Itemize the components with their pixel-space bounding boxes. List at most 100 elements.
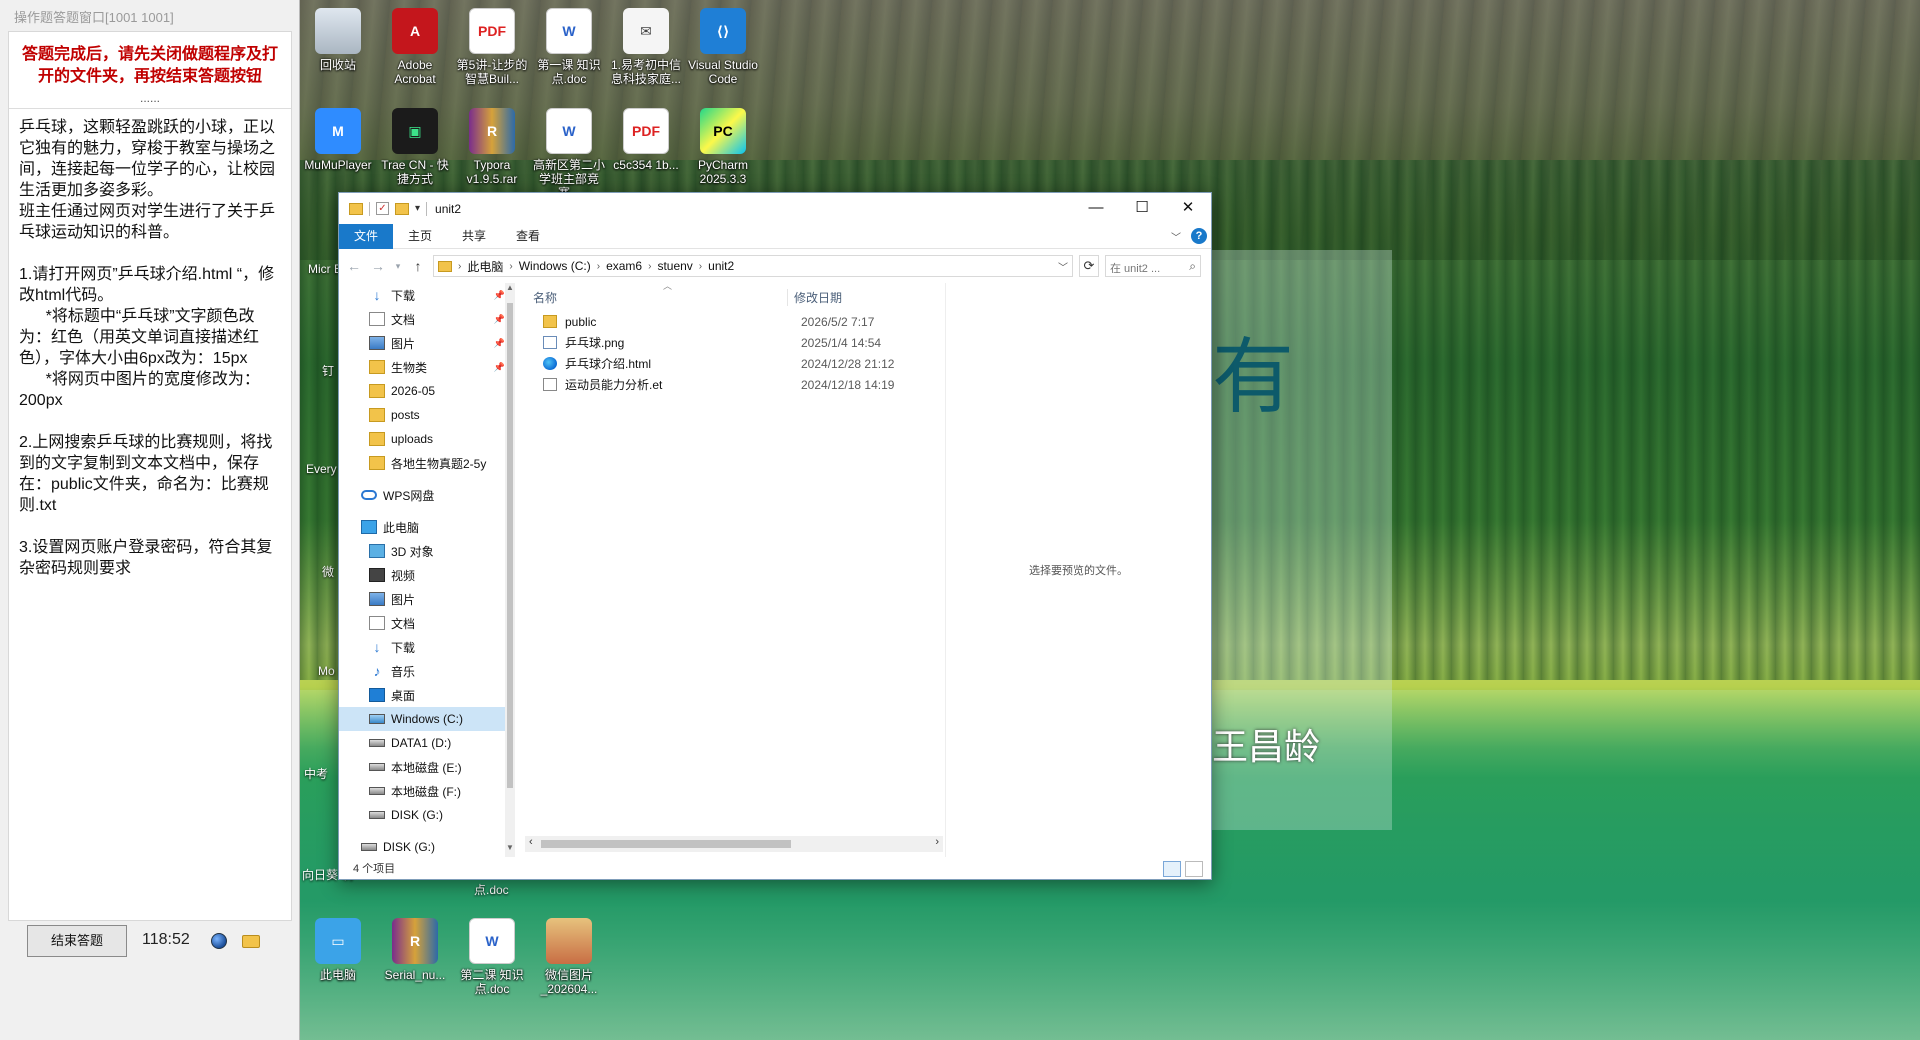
- nav-item[interactable]: 桌面: [339, 683, 515, 707]
- nav-item[interactable]: 文档: [339, 611, 515, 635]
- desktop-icon[interactable]: W 第二课 知识点.doc: [454, 918, 530, 996]
- back-arrow-icon[interactable]: ←: [345, 258, 363, 274]
- desktop-icon[interactable]: 微信图片_202604...: [531, 918, 607, 996]
- nav-item[interactable]: ♪ 音乐: [339, 659, 515, 683]
- desktop-icon[interactable]: R Serial_nu...: [377, 918, 453, 982]
- desktop-icon[interactable]: M MuMuPlayer: [300, 108, 376, 172]
- pin-icon[interactable]: 📌: [494, 290, 505, 301]
- refresh-button[interactable]: ⟳: [1079, 255, 1099, 277]
- nav-item[interactable]: DATA1 (D:): [339, 731, 515, 755]
- nav-item[interactable]: 图片 📌: [339, 331, 515, 355]
- nav-item[interactable]: 视频: [339, 563, 515, 587]
- scrollbar-thumb[interactable]: [507, 303, 513, 788]
- forward-arrow-icon[interactable]: →: [369, 258, 387, 274]
- nav-item[interactable]: 图片: [339, 587, 515, 611]
- scroll-left-arrow-icon[interactable]: ‹: [529, 836, 533, 848]
- help-icon[interactable]: ?: [1191, 228, 1207, 244]
- desktop-icon-partial-label[interactable]: 点.doc: [474, 881, 509, 898]
- minimize-button[interactable]: —: [1073, 193, 1119, 224]
- desktop-icon[interactable]: ⟨⟩ Visual Studio Code: [685, 8, 761, 86]
- scroll-down-arrow-icon[interactable]: ▼: [505, 843, 515, 852]
- scroll-right-arrow-icon[interactable]: ›: [935, 836, 939, 848]
- desktop-icon-partial-label[interactable]: 中考: [304, 765, 328, 782]
- new-folder-icon[interactable]: [395, 202, 409, 215]
- nav-item[interactable]: 本地磁盘 (F:): [339, 779, 515, 803]
- properties-check-icon[interactable]: ✓: [376, 202, 389, 215]
- breadcrumb-separator-icon[interactable]: ›: [597, 261, 600, 272]
- desktop-icon[interactable]: R Typora v1.9.5.rar: [454, 108, 530, 186]
- nav-item[interactable]: posts: [339, 403, 515, 427]
- file-row[interactable]: 乒乓球.png 2025/1/4 14:54: [525, 332, 943, 353]
- desktop-icon[interactable]: ▭ 此电脑: [300, 918, 376, 982]
- address-bar[interactable]: › 此电脑 › Windows (C:) › exam6 › stuenv › …: [433, 255, 1073, 277]
- nav-item[interactable]: uploads: [339, 427, 515, 451]
- breadcrumb-separator-icon[interactable]: ›: [699, 261, 702, 272]
- nav-item[interactable]: WPS网盘: [339, 483, 515, 507]
- desktop-icon[interactable]: W高新区第二小学班主部竞赛...: [531, 108, 607, 200]
- tab-share[interactable]: 共享: [447, 224, 501, 249]
- nav-item[interactable]: ↓ 下载: [339, 635, 515, 659]
- close-button[interactable]: ✕: [1165, 193, 1211, 224]
- details-view-icon[interactable]: [1163, 861, 1181, 877]
- file-list-horizontal-scrollbar[interactable]: ‹ ›: [525, 836, 943, 852]
- address-dropdown-chevron-icon[interactable]: ﹀: [1058, 259, 1068, 274]
- column-header-name[interactable]: 名称: [533, 289, 557, 306]
- breadcrumb-stuenv[interactable]: stuenv: [657, 259, 692, 273]
- file-row[interactable]: 运动员能力分析.et 2024/12/18 14:19: [525, 374, 943, 395]
- desktop-icon[interactable]: PC PyCharm 2025.3.3: [685, 108, 761, 186]
- scrollbar-thumb[interactable]: [541, 840, 791, 848]
- navigation-scrollbar[interactable]: ▲ ▼: [505, 283, 515, 857]
- breadcrumb-unit2[interactable]: unit2: [708, 259, 734, 273]
- file-row[interactable]: 乒乓球介绍.html 2024/12/28 21:12: [525, 353, 943, 374]
- desktop-icon[interactable]: W 第一课 知识点.doc: [531, 8, 607, 86]
- desktop-icon[interactable]: ▣ Trae CN - 快捷方式: [377, 108, 453, 186]
- breadcrumb-c-drive[interactable]: Windows (C:): [519, 259, 591, 273]
- desktop-icon-partial-label[interactable]: Every: [306, 462, 337, 476]
- pin-icon[interactable]: 📌: [494, 362, 505, 373]
- nav-item[interactable]: Windows (C:): [339, 707, 515, 731]
- desktop-icon[interactable]: 回收站: [300, 8, 376, 72]
- tab-home[interactable]: 主页: [393, 224, 447, 249]
- large-icons-view-icon[interactable]: [1185, 861, 1203, 877]
- nav-item[interactable]: 文档 📌: [339, 307, 515, 331]
- status-bar: 4 个项目: [339, 859, 1211, 879]
- up-arrow-icon[interactable]: ↑: [409, 258, 427, 274]
- desktop-icon-partial-label[interactable]: 微: [322, 563, 334, 580]
- pin-icon[interactable]: 📌: [494, 314, 505, 325]
- nav-item[interactable]: 3D 对象: [339, 539, 515, 563]
- nav-item[interactable]: DISK (G:): [339, 835, 515, 857]
- end-exam-button[interactable]: 结束答题: [27, 925, 127, 957]
- breadcrumb-separator-icon[interactable]: ›: [458, 261, 461, 272]
- nav-item[interactable]: ↓ 下载 📌: [339, 283, 515, 307]
- nav-item[interactable]: 此电脑: [339, 515, 515, 539]
- tab-view[interactable]: 查看: [501, 224, 555, 249]
- customize-toolbar-chevron-icon[interactable]: ▾: [415, 203, 420, 214]
- tab-file[interactable]: 文件: [339, 223, 394, 249]
- desktop-icon[interactable]: PDF c5c354 1b...: [608, 108, 684, 172]
- breadcrumb-separator-icon[interactable]: ›: [648, 261, 651, 272]
- nav-item[interactable]: 2026-05: [339, 379, 515, 403]
- desktop-icon[interactable]: PDF 第5讲-让步的智慧Buil...: [454, 8, 530, 86]
- column-header-date[interactable]: 修改日期: [787, 288, 842, 306]
- folder-icon: [369, 384, 385, 398]
- maximize-button[interactable]: ☐: [1119, 193, 1165, 224]
- scroll-up-arrow-icon[interactable]: ▲: [505, 283, 515, 292]
- nav-item[interactable]: 各地生物真题2-5y: [339, 451, 515, 475]
- desktop-icon-partial-label[interactable]: 钉: [322, 362, 334, 379]
- nav-item[interactable]: 本地磁盘 (E:): [339, 755, 515, 779]
- desktop-icon[interactable]: ✉ 1.易考初中信息科技家庭...: [608, 8, 684, 86]
- file-row[interactable]: public 2026/5/2 7:17: [525, 311, 943, 332]
- expand-ribbon-chevron-icon[interactable]: ﹀: [1171, 229, 1181, 244]
- search-box[interactable]: 在 unit2 ... ⌕: [1105, 255, 1201, 277]
- breadcrumb-this-pc[interactable]: 此电脑: [467, 258, 503, 275]
- recent-locations-chevron-icon[interactable]: ▾: [393, 261, 403, 272]
- globe-icon[interactable]: [211, 933, 227, 949]
- pin-icon[interactable]: 📌: [494, 338, 505, 349]
- nav-item[interactable]: DISK (G:): [339, 803, 515, 827]
- nav-item[interactable]: 生物类 📌: [339, 355, 515, 379]
- breadcrumb-exam6[interactable]: exam6: [606, 259, 642, 273]
- breadcrumb-separator-icon[interactable]: ›: [509, 261, 512, 272]
- desktop-icon[interactable]: A Adobe Acrobat: [377, 8, 453, 86]
- open-folder-icon[interactable]: [242, 935, 260, 948]
- window-titlebar[interactable]: ✓ ▾ unit2 — ☐ ✕: [339, 193, 1211, 224]
